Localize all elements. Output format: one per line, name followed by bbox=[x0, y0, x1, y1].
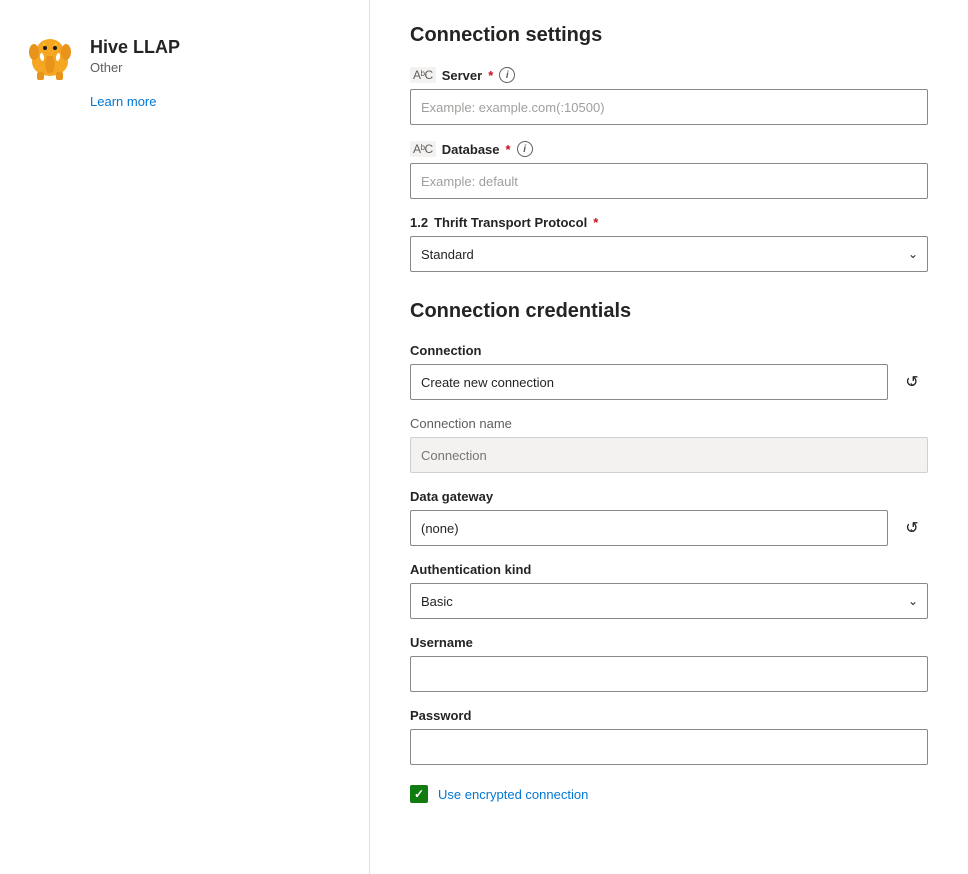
protocol-select[interactable]: Standard HTTP bbox=[410, 236, 928, 272]
database-abc-icon: AᵇC bbox=[410, 141, 436, 157]
username-label-text: Username bbox=[410, 635, 473, 650]
connection-name-field-group: Connection name bbox=[410, 416, 928, 473]
username-label-row: Username bbox=[410, 635, 928, 650]
username-input[interactable] bbox=[410, 656, 928, 692]
main-content: Connection settings AᵇC Server * i AᵇC D… bbox=[370, 0, 968, 874]
encrypted-label[interactable]: Use encrypted connection bbox=[438, 787, 588, 802]
connection-name-input[interactable] bbox=[410, 437, 928, 473]
connection-refresh-button[interactable]: ↺ bbox=[896, 366, 928, 398]
connection-label-text: Connection bbox=[410, 343, 482, 358]
learn-more-link[interactable]: Learn more bbox=[90, 94, 156, 109]
database-label-text: Database bbox=[442, 142, 500, 157]
sidebar-title-group: Hive LLAP Other bbox=[90, 37, 180, 75]
database-label-row: AᵇC Database * i bbox=[410, 141, 928, 157]
sidebar-app-name: Hive LLAP bbox=[90, 37, 180, 58]
connection-settings-title: Connection settings bbox=[410, 24, 928, 47]
data-gateway-refresh-button[interactable]: ↺ bbox=[896, 512, 928, 544]
data-gateway-label-row: Data gateway bbox=[410, 489, 928, 504]
password-field-group: Password bbox=[410, 708, 928, 765]
logo-area: Hive LLAP Other bbox=[24, 30, 180, 82]
server-required: * bbox=[488, 68, 493, 83]
connection-label-row: Connection bbox=[410, 343, 928, 358]
server-label-row: AᵇC Server * i bbox=[410, 67, 928, 83]
sidebar: Hive LLAP Other Learn more bbox=[0, 0, 370, 874]
protocol-field-group: 1.2 Thrift Transport Protocol * Standard… bbox=[410, 215, 928, 272]
connection-select[interactable]: Create new connection bbox=[410, 364, 888, 400]
database-field-group: AᵇC Database * i bbox=[410, 141, 928, 199]
data-gateway-label-text: Data gateway bbox=[410, 489, 493, 504]
protocol-label-row: 1.2 Thrift Transport Protocol * bbox=[410, 215, 928, 230]
server-info-icon[interactable]: i bbox=[499, 67, 515, 83]
data-gateway-select-wrapper: (none) ⌄ ↺ bbox=[410, 510, 928, 546]
database-required: * bbox=[506, 142, 511, 157]
connection-settings-section: Connection settings AᵇC Server * i AᵇC D… bbox=[410, 24, 928, 272]
database-input[interactable] bbox=[410, 163, 928, 199]
connection-select-wrapper: Create new connection ⌄ ↺ bbox=[410, 364, 928, 400]
server-label-text: Server bbox=[442, 68, 482, 83]
database-info-icon[interactable]: i bbox=[517, 141, 533, 157]
server-input[interactable] bbox=[410, 89, 928, 125]
server-field-group: AᵇC Server * i bbox=[410, 67, 928, 125]
data-gateway-select[interactable]: (none) bbox=[410, 510, 888, 546]
connection-field-group: Connection Create new connection ⌄ ↺ bbox=[410, 343, 928, 400]
encrypted-connection-row: ✓ Use encrypted connection bbox=[410, 785, 928, 803]
auth-kind-select-wrapper: Basic Windows None ⌄ bbox=[410, 583, 928, 619]
protocol-label-text: 1.2 bbox=[410, 215, 428, 230]
auth-kind-select[interactable]: Basic Windows None bbox=[410, 583, 928, 619]
protocol-label-main: Thrift Transport Protocol bbox=[434, 215, 587, 230]
protocol-select-wrapper: Standard HTTP ⌄ bbox=[410, 236, 928, 272]
auth-kind-field-group: Authentication kind Basic Windows None ⌄ bbox=[410, 562, 928, 619]
connection-name-label: Connection name bbox=[410, 416, 928, 431]
username-field-group: Username bbox=[410, 635, 928, 692]
password-label-row: Password bbox=[410, 708, 928, 723]
sidebar-category: Other bbox=[90, 60, 180, 75]
server-abc-icon: AᵇC bbox=[410, 67, 436, 83]
password-input[interactable] bbox=[410, 729, 928, 765]
checkmark-icon: ✓ bbox=[414, 788, 424, 800]
protocol-required: * bbox=[593, 215, 598, 230]
data-gateway-field-group: Data gateway (none) ⌄ ↺ bbox=[410, 489, 928, 546]
password-label-text: Password bbox=[410, 708, 471, 723]
connection-credentials-section: Connection credentials Connection Create… bbox=[410, 300, 928, 803]
encrypted-checkbox[interactable]: ✓ bbox=[410, 785, 428, 803]
hive-logo bbox=[24, 30, 76, 82]
connection-credentials-title: Connection credentials bbox=[410, 300, 928, 323]
auth-kind-label-text: Authentication kind bbox=[410, 562, 531, 577]
auth-kind-label-row: Authentication kind bbox=[410, 562, 928, 577]
